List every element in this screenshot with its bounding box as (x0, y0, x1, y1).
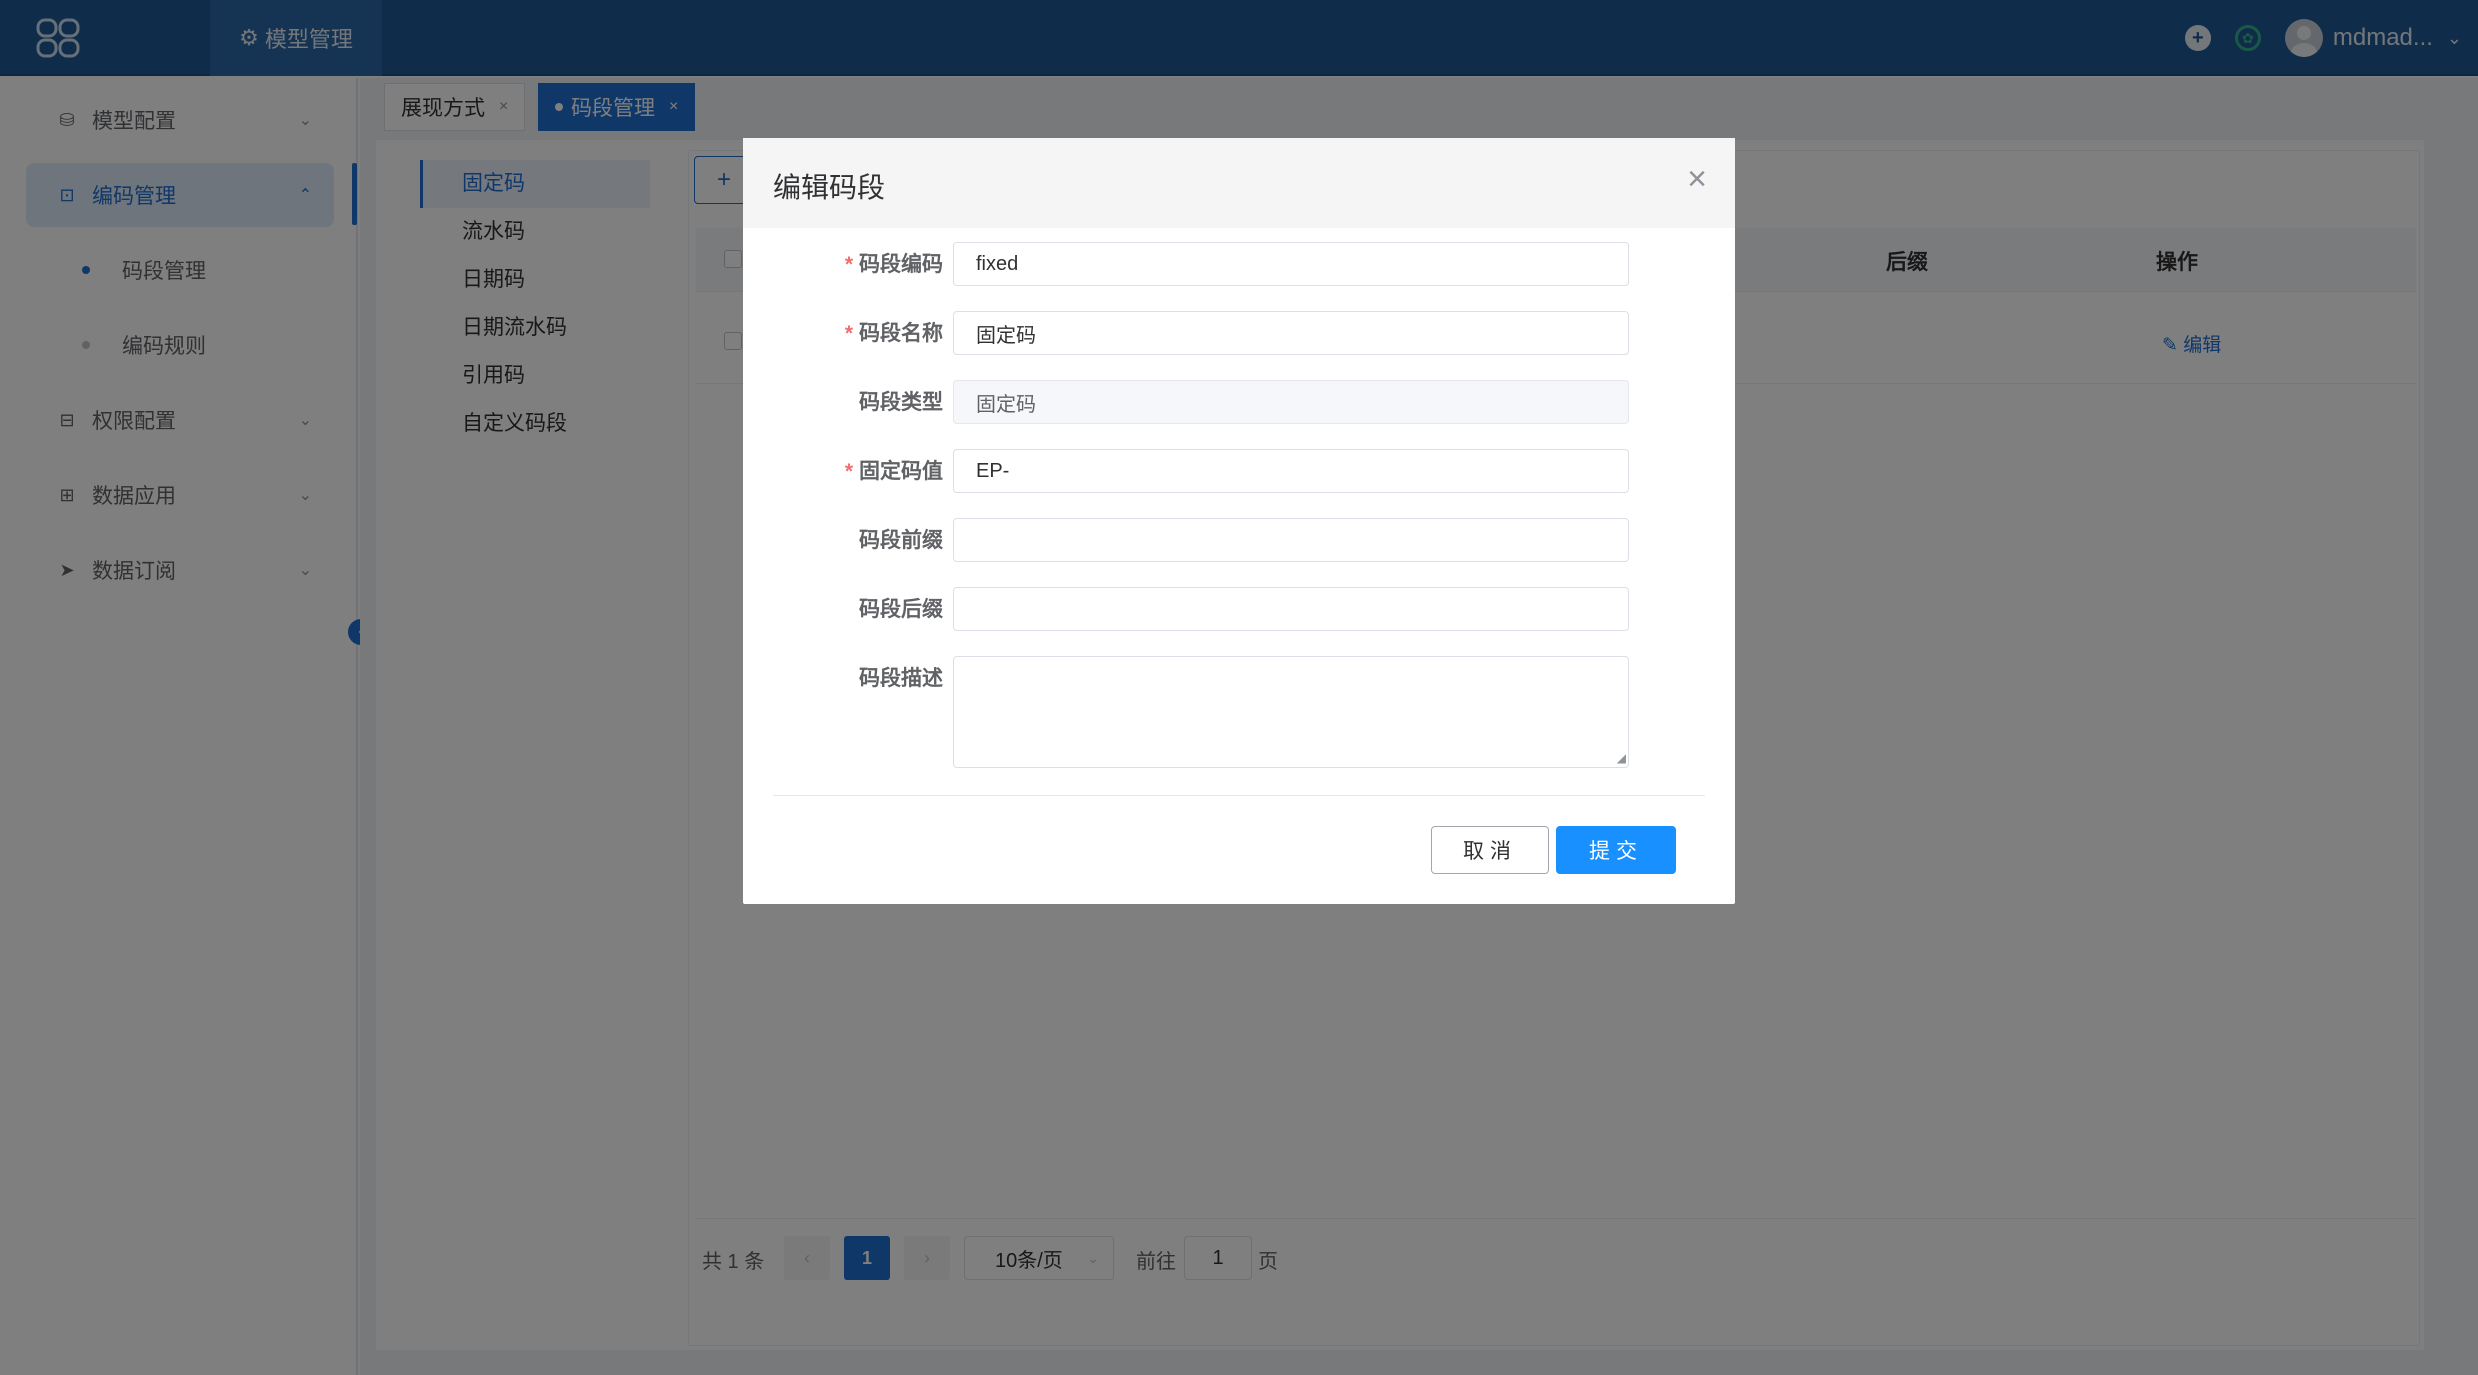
description-textarea[interactable]: ◢ (953, 656, 1629, 768)
segment-type-input: 固定码 (953, 380, 1629, 424)
submit-button[interactable]: 提交 (1556, 826, 1676, 874)
required-mark: * (844, 460, 853, 483)
field-label-segment-code: * 码段编码 (844, 253, 943, 276)
field-label-segment-type: 码段类型 (859, 391, 943, 414)
cancel-button[interactable]: 取消 (1431, 826, 1549, 874)
field-label-prefix: 码段前缀 (859, 529, 943, 552)
resize-handle-icon[interactable]: ◢ (1617, 751, 1626, 765)
field-label-segment-name: * 码段名称 (844, 322, 943, 345)
field-label-description: 码段描述 (859, 667, 943, 690)
dialog-divider (773, 795, 1705, 796)
prefix-input[interactable] (953, 518, 1629, 562)
fixed-value-input[interactable]: EP- (953, 449, 1629, 493)
suffix-input[interactable] (953, 587, 1629, 631)
segment-name-input[interactable]: 固定码 (953, 311, 1629, 355)
field-label-fixed-value: * 固定码值 (844, 460, 943, 483)
edit-segment-dialog: 编辑码段 × * 码段编码 fixed * 码段名称 固定码 码段类型 固定码 * 固… (743, 138, 1735, 904)
segment-code-input[interactable]: fixed (953, 242, 1629, 286)
required-mark: * (844, 322, 853, 345)
field-label-suffix: 码段后缀 (859, 598, 943, 621)
required-mark: * (844, 253, 853, 276)
